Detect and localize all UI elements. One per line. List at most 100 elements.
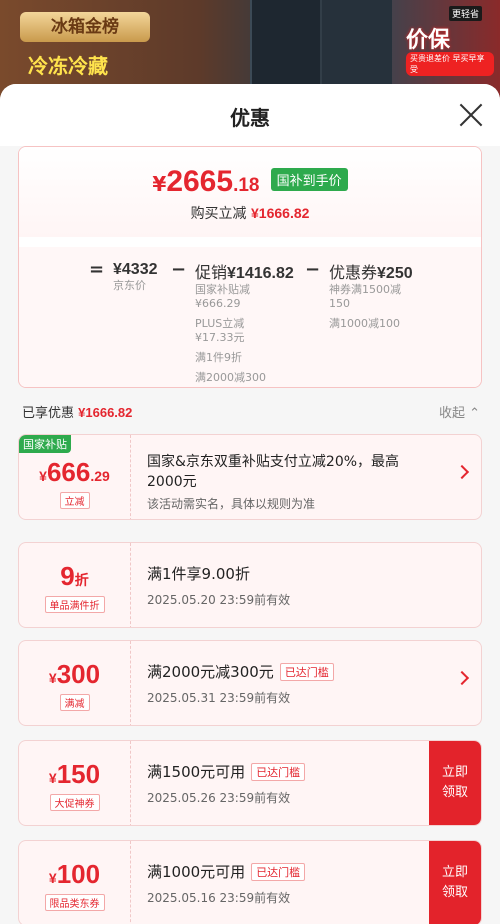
- price-integer: 2665: [166, 165, 234, 198]
- currency-symbol: ¥: [48, 870, 57, 886]
- coupon-line: 神券满1500减: [329, 283, 401, 296]
- coupon-value-section: ¥100 限品类东券: [19, 841, 131, 924]
- currency-symbol: ¥: [48, 670, 57, 686]
- coupon-value: ¥100: [19, 859, 130, 890]
- value-integer: 150: [56, 759, 101, 789]
- minus-sign-1: −: [171, 259, 187, 280]
- coupon-card-national-subsidy[interactable]: 国家补贴 ¥666.29 立减 国家&京东双重补贴支付立减20%，最高 2000…: [18, 434, 482, 520]
- threshold-reached-tag: 已达门槛: [251, 763, 306, 781]
- enjoyed-discount: 已享优惠 ¥1666.82: [22, 402, 132, 421]
- coupon-expiry: 2025.05.31 23:59前有效: [147, 691, 291, 705]
- coupon-expiry: 2025.05.26 23:59前有效: [147, 791, 291, 805]
- instant-discount-label: 购买立减: [190, 206, 247, 222]
- sheet-header: 优惠: [0, 84, 500, 146]
- coupon-value-section: ¥150 大促神券: [19, 741, 131, 825]
- currency-symbol: ¥: [48, 770, 57, 786]
- coupon-value: ¥666.29: [19, 457, 130, 488]
- promo-line: 满2000减300: [195, 371, 266, 384]
- coupon-value: ¥150: [19, 759, 130, 790]
- instant-discount-row: 购买立减 ¥1666.82: [19, 203, 481, 223]
- promo-sub-label: 买贵退差价 早买早享受: [406, 52, 494, 76]
- promo-line: PLUS立减: [195, 317, 245, 330]
- coupon-value-section: ¥300 满减: [19, 641, 131, 725]
- threshold-reached-tag: 已达门槛: [251, 863, 306, 881]
- jd-price-label: 京东价: [113, 279, 146, 292]
- coupon-amount: ¥250: [377, 265, 413, 282]
- value-integer: 100: [56, 859, 101, 889]
- coupon-description-2: 2000元: [147, 474, 197, 490]
- coupon-description: 满2000元减300元 已达门槛: [147, 661, 334, 682]
- promo-label: 促销: [195, 263, 228, 282]
- claim-label: 立即领取: [441, 765, 468, 800]
- value-integer: 300: [56, 659, 101, 689]
- promo-top-label: 更轻省: [448, 6, 482, 21]
- claim-label: 立即领取: [441, 865, 468, 900]
- enjoyed-label: 已享优惠: [22, 406, 75, 421]
- currency-symbol: ¥: [152, 172, 167, 196]
- coupon-expiry: 2025.05.16 23:59前有效: [147, 891, 291, 905]
- coupon-condition: 满2000元减300元: [147, 663, 274, 681]
- coupon-type-tag: 单品满件折: [44, 596, 105, 613]
- coupon-description: 满1000元可用 已达门槛: [147, 861, 306, 882]
- ranking-badge: 冰箱金榜: [20, 12, 150, 42]
- promo-line: 满1件9折: [195, 351, 242, 364]
- collapse-label: 收起: [438, 406, 465, 421]
- equals-sign: =: [89, 259, 105, 280]
- final-price-section: ¥2665.18 国补到手价 购买立减 ¥1666.82: [19, 147, 481, 237]
- value-decimal: .29: [90, 468, 110, 484]
- price-protection-promo: 更轻省 价保618 买贵退差价 早买早享受: [404, 6, 494, 79]
- threshold-reached-tag: 已达门槛: [279, 663, 334, 681]
- close-icon[interactable]: [458, 102, 484, 128]
- currency-symbol: ¥: [39, 468, 47, 484]
- claim-coupon-button[interactable]: 立即领取: [429, 741, 481, 825]
- price-formula: = ¥4332 京东价 − 促销¥1416.82 国家补贴减 ¥666.29 P…: [19, 247, 481, 387]
- coupon-expiry: 2025.05.20 23:59前有效: [147, 593, 291, 607]
- jd-price-column: ¥4332 京东价: [113, 259, 158, 293]
- coupon-value: 9折: [19, 561, 130, 592]
- coupon-label: 优惠券: [329, 263, 378, 282]
- coupon-description: 国家&京东双重补贴支付立减20%，最高: [147, 454, 400, 470]
- value-unit: 折: [74, 572, 89, 588]
- coupon-condition: 满1500元可用: [147, 763, 246, 781]
- coupon-type-tag: 立减: [59, 492, 90, 509]
- claim-coupon-button[interactable]: 立即领取: [429, 841, 481, 924]
- instant-discount-amount: ¥1666.82: [251, 205, 310, 221]
- discount-sheet: 优惠 ¥2665.18 国补到手价 购买立减 ¥1666.82 = ¥4332 …: [0, 84, 500, 924]
- coupon-line: 150: [329, 297, 350, 310]
- subsidy-price-tag: 国补到手价: [270, 168, 348, 191]
- coupon-type-tag: 限品类东券: [44, 894, 105, 911]
- coupon-type-tag: 满减: [59, 694, 90, 711]
- coupon-card-discount-rate[interactable]: 9折 单品满件折 满1件享9.00折 2025.05.20 23:59前有效: [18, 542, 482, 628]
- coupon-note: 该活动需实名，具体以规则为准: [147, 497, 316, 511]
- collapse-button[interactable]: 收起 ⌃: [439, 402, 480, 421]
- price-decimal: .18: [233, 175, 260, 196]
- coupon-value-section: 9折 单品满件折: [19, 543, 131, 627]
- coupon-description: 满1500元可用 已达门槛: [147, 761, 306, 782]
- promo-amount: ¥1416.82: [227, 265, 294, 282]
- coupon-card-300-off[interactable]: ¥300 满减 满2000元减300元 已达门槛 2025.05.31 23:59…: [18, 640, 482, 726]
- promo-column: 促销¥1416.82 国家补贴减 ¥666.29 PLUS立减 ¥17.33元 …: [195, 259, 294, 385]
- coupon-card-100[interactable]: ¥100 限品类东券 满1000元可用 已达门槛 2025.05.16 23:59…: [18, 840, 482, 924]
- coupon-type-tag: 大促神券: [49, 794, 100, 811]
- coupon-card-150[interactable]: ¥150 大促神券 满1500元可用 已达门槛 2025.05.26 23:59前…: [18, 740, 482, 826]
- enjoyed-amount: ¥1666.82: [78, 405, 133, 420]
- coupon-value-section: ¥666.29 立减: [19, 435, 131, 519]
- chevron-right-icon[interactable]: [454, 670, 470, 686]
- chevron-up-icon: ⌃: [469, 406, 480, 421]
- promo-line: ¥666.29: [195, 297, 241, 310]
- promo-line: 国家补贴减: [195, 283, 250, 296]
- jd-price: ¥4332: [113, 261, 158, 278]
- coupon-description: 满1件享9.00折: [147, 565, 250, 583]
- coupon-value: ¥300: [19, 659, 130, 690]
- coupon-line: 满1000减100: [329, 317, 400, 330]
- final-price: ¥2665.18 国补到手价: [19, 165, 481, 199]
- chevron-right-icon[interactable]: [454, 464, 470, 480]
- price-summary-card: ¥2665.18 国补到手价 购买立减 ¥1666.82 = ¥4332 京东价…: [18, 146, 482, 388]
- value-integer: 666: [46, 457, 91, 487]
- minus-sign-2: −: [305, 259, 321, 280]
- banner-headline: 冷冻冷藏: [28, 56, 108, 78]
- coupon-column: 优惠券¥250 神券满1500减 150 满1000减100: [329, 259, 413, 331]
- value-integer: 9: [60, 561, 75, 591]
- sheet-title: 优惠: [230, 106, 270, 130]
- promo-line: ¥17.33元: [195, 331, 245, 344]
